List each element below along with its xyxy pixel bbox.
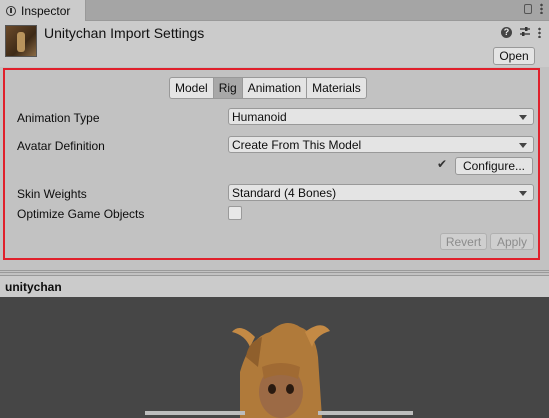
preview-header: unitychan (0, 275, 549, 297)
help-icon[interactable]: ? (501, 26, 512, 38)
open-button[interactable]: Open (493, 47, 535, 65)
kebab-menu-icon[interactable] (538, 26, 541, 38)
tab-strip-controls (524, 3, 543, 14)
tab-model[interactable]: Model (169, 77, 213, 99)
chevron-down-icon (519, 143, 527, 148)
header-icons: ? (501, 26, 541, 38)
asset-thumbnail (5, 25, 37, 57)
tab-inspector[interactable]: Inspector (0, 0, 86, 21)
character-model-preview (145, 323, 413, 418)
tab-materials[interactable]: Materials (306, 77, 367, 99)
avatar-definition-value: Create From This Model (232, 137, 362, 152)
animation-type-dropdown[interactable]: Humanoid (228, 108, 534, 125)
window-tab-strip: Inspector (0, 0, 549, 21)
chevron-down-icon (519, 191, 527, 196)
skin-weights-label: Skin Weights (17, 187, 87, 201)
avatar-definition-label: Avatar Definition (17, 139, 105, 153)
checkmark-icon: ✔ (437, 157, 448, 171)
animation-type-label: Animation Type (17, 111, 100, 125)
info-icon (6, 5, 16, 16)
avatar-definition-dropdown[interactable]: Create From This Model (228, 136, 534, 153)
tab-inspector-label: Inspector (21, 3, 71, 18)
apply-button[interactable]: Apply (490, 233, 534, 250)
animation-type-value: Humanoid (232, 109, 287, 124)
import-tabs: Model Rig Animation Materials (169, 77, 367, 99)
kebab-menu-icon[interactable] (540, 3, 543, 14)
optimize-game-objects-checkbox[interactable] (228, 206, 242, 220)
page-title: Unitychan Import Settings (44, 25, 205, 41)
lock-icon[interactable] (524, 4, 532, 14)
preview-resize-handle[interactable] (0, 268, 549, 275)
skin-weights-dropdown[interactable]: Standard (4 Bones) (228, 184, 534, 201)
chevron-down-icon (519, 115, 527, 120)
skin-weights-value: Standard (4 Bones) (232, 185, 337, 200)
model-preview-viewport[interactable] (0, 297, 549, 418)
inspector-header: Unitychan Import Settings ? Open (0, 21, 549, 67)
tab-animation[interactable]: Animation (241, 77, 307, 99)
configure-button[interactable]: Configure... (455, 157, 533, 175)
revert-button[interactable]: Revert (440, 233, 487, 250)
tab-rig[interactable]: Rig (212, 77, 242, 99)
sliders-icon[interactable] (519, 26, 531, 38)
preview-title: unitychan (5, 280, 62, 294)
optimize-game-objects-label: Optimize Game Objects (17, 207, 145, 221)
